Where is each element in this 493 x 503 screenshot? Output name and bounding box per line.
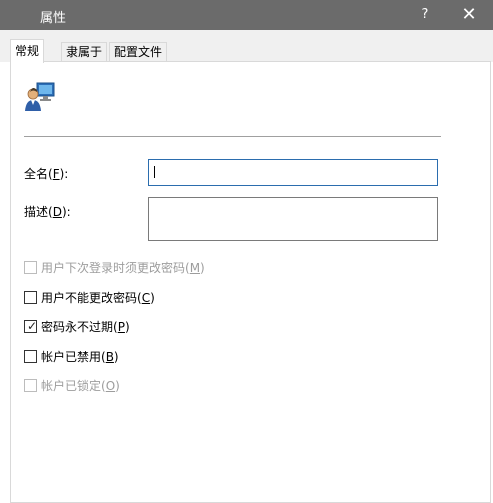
tab-profile[interactable]: 配置文件	[109, 42, 168, 62]
tab-strip: 常规 隶属于 配置文件	[0, 30, 493, 63]
checkbox-box[interactable]	[24, 291, 37, 304]
window-title: 属性	[40, 11, 67, 26]
checkbox-label: 用户下次登录时须更改密码(M)	[41, 261, 205, 275]
checkbox-box[interactable]	[24, 261, 37, 274]
checkbox-label: 帐户已锁定(O)	[41, 379, 120, 393]
tab-general[interactable]: 常规	[10, 39, 45, 63]
text-caret	[154, 166, 155, 178]
fullname-label: 全名(F):	[24, 167, 69, 181]
help-icon[interactable]: ?	[405, 0, 445, 30]
checkmark-icon: ✓	[27, 319, 38, 333]
fullname-input[interactable]	[148, 159, 438, 186]
general-panel	[10, 61, 491, 503]
checkbox-label: 用户不能更改密码(C)	[41, 291, 155, 305]
checkbox-label: 密码永不过期(P)	[41, 320, 130, 334]
checkbox-box[interactable]	[24, 379, 37, 392]
user-computer-icon	[25, 82, 55, 111]
checkbox-label: 帐户已禁用(B)	[41, 350, 119, 364]
checkbox-box[interactable]	[24, 350, 37, 363]
description-label: 描述(D):	[24, 205, 71, 219]
tab-member-of[interactable]: 隶属于	[61, 42, 108, 62]
close-icon[interactable]: ✕	[449, 0, 489, 30]
separator	[24, 136, 441, 137]
title-bar: 属性 ? ✕	[0, 0, 493, 30]
checkbox-box[interactable]: ✓	[24, 319, 38, 333]
description-input[interactable]	[148, 197, 438, 241]
